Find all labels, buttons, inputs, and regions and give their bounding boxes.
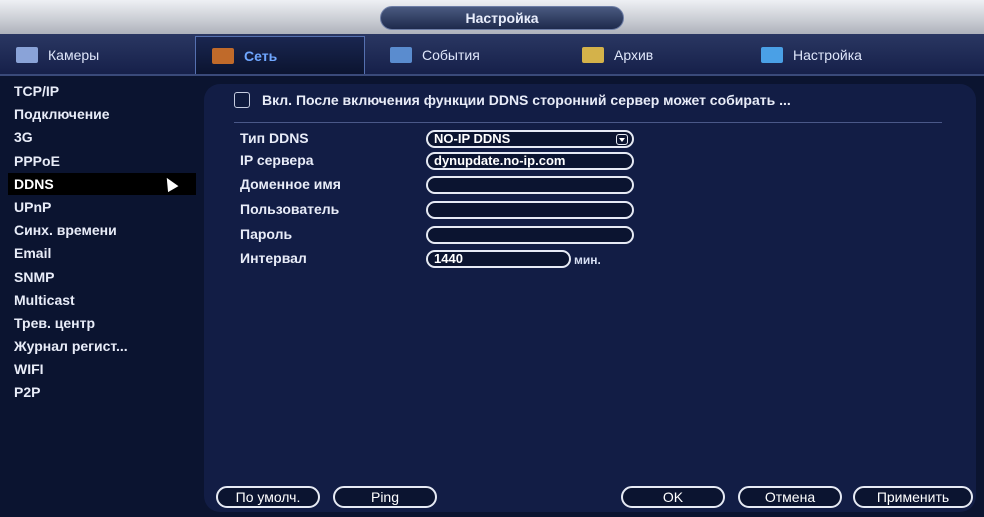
sidebar: TCP/IP Подключение 3G PPPoE DDNS UPnP Си… <box>8 80 196 512</box>
sidebar-item-email[interactable]: Email <box>8 242 196 264</box>
tab-network-label: Сеть <box>244 47 278 64</box>
tab-settings[interactable]: Настройка <box>745 36 945 74</box>
window-title: Настройка <box>380 6 624 30</box>
sidebar-item-alarm-center[interactable]: Трев. центр <box>8 312 196 334</box>
sidebar-item-tcpip[interactable]: TCP/IP <box>8 80 196 102</box>
cancel-button[interactable]: Отмена <box>738 486 842 508</box>
interval-unit: мин. <box>574 253 601 267</box>
sidebar-item-multicast[interactable]: Multicast <box>8 289 196 311</box>
ping-button[interactable]: Ping <box>333 486 437 508</box>
tab-cameras[interactable]: Камеры <box>0 36 185 74</box>
events-icon <box>390 47 412 63</box>
password-field[interactable] <box>426 226 634 244</box>
ddns-enable-row: Вкл. После включения функции DDNS сторон… <box>234 92 791 108</box>
tab-events-label: События <box>422 47 480 63</box>
settings-icon <box>761 47 783 63</box>
tab-events[interactable]: События <box>374 36 554 74</box>
server-label: IP сервера <box>240 152 314 168</box>
main-tabs: Камеры Сеть События Архив Настройка <box>0 34 984 76</box>
user-label: Пользователь <box>240 201 340 217</box>
tab-archive[interactable]: Архив <box>566 36 736 74</box>
user-field[interactable] <box>426 201 634 219</box>
server-field[interactable]: dynupdate.no-ip.com <box>426 152 634 170</box>
ddns-type-value: NO-IP DDNS <box>434 131 511 146</box>
sidebar-item-wifi[interactable]: WIFI <box>8 358 196 380</box>
sidebar-item-p2p[interactable]: P2P <box>8 381 196 403</box>
ddns-type-label: Тип DDNS <box>240 130 309 146</box>
tab-cameras-label: Камеры <box>48 47 100 63</box>
title-bar: Настройка <box>0 0 984 34</box>
tab-archive-label: Архив <box>614 47 654 63</box>
archive-icon <box>582 47 604 63</box>
sidebar-item-snmp[interactable]: SNMP <box>8 266 196 288</box>
sidebar-item-time-sync[interactable]: Синх. времени <box>8 219 196 241</box>
sidebar-item-upnp[interactable]: UPnP <box>8 196 196 218</box>
network-icon <box>212 47 234 64</box>
sidebar-item-3g[interactable]: 3G <box>8 126 196 148</box>
tab-network[interactable]: Сеть <box>195 36 365 74</box>
interval-label: Интервал <box>240 250 307 266</box>
camera-icon <box>16 47 38 63</box>
ddns-enable-label: Вкл. После включения функции DDNS сторон… <box>262 92 791 108</box>
divider <box>234 122 942 123</box>
dropdown-arrow-icon <box>616 134 628 145</box>
sidebar-item-connection[interactable]: Подключение <box>8 103 196 125</box>
tab-settings-label: Настройка <box>793 47 862 63</box>
ddns-type-select[interactable]: NO-IP DDNS <box>426 130 634 148</box>
default-button[interactable]: По умолч. <box>216 486 320 508</box>
apply-button[interactable]: Применить <box>853 486 973 508</box>
domain-label: Доменное имя <box>240 176 341 192</box>
sidebar-item-log[interactable]: Журнал регист... <box>8 335 196 357</box>
ok-button[interactable]: OK <box>621 486 725 508</box>
interval-field[interactable]: 1440 <box>426 250 571 268</box>
ddns-enable-checkbox[interactable] <box>234 92 250 108</box>
password-label: Пароль <box>240 226 293 242</box>
sidebar-item-pppoe[interactable]: PPPoE <box>8 150 196 172</box>
domain-field[interactable] <box>426 176 634 194</box>
ddns-panel: Вкл. После включения функции DDNS сторон… <box>204 84 976 512</box>
